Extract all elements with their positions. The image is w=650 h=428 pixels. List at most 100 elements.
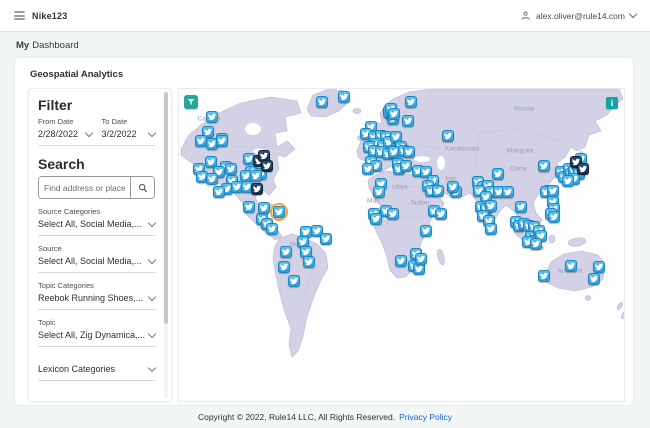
map-marker-twitter[interactable] xyxy=(362,163,374,175)
map-marker-twitter[interactable] xyxy=(548,211,560,223)
privacy-policy-link[interactable]: Privacy Policy xyxy=(399,412,452,422)
sulawesi xyxy=(548,234,556,244)
map-marker-twitter[interactable] xyxy=(373,186,385,198)
topic-categories-label: Topic Categories xyxy=(38,281,94,290)
from-date-select[interactable]: 2/28/2022 xyxy=(38,126,93,143)
twitter-bird-icon xyxy=(290,277,298,285)
twitter-bird-icon xyxy=(260,152,268,160)
twitter-bird-icon xyxy=(392,133,400,141)
twitter-bird-icon xyxy=(245,203,253,211)
map-canvas[interactable]: CanadaRussiaKazakhstanMongoliaChinaIranL… xyxy=(178,88,625,402)
map-marker-twitter[interactable] xyxy=(403,146,415,158)
twitter-bird-icon xyxy=(397,257,405,265)
map-marker-twitter[interactable] xyxy=(447,181,459,193)
tasmania xyxy=(585,295,591,301)
map-marker-twitter[interactable] xyxy=(405,96,417,108)
map-marker-twitter[interactable] xyxy=(395,255,407,267)
twitter-bird-icon xyxy=(242,172,250,180)
twitter-bird-icon xyxy=(218,137,226,145)
twitter-bird-icon xyxy=(390,110,398,118)
chevron-down-icon xyxy=(147,363,157,372)
map-marker-twitter[interactable] xyxy=(320,233,332,245)
map-marker-twitter[interactable] xyxy=(206,173,218,185)
map-marker-twitter[interactable] xyxy=(530,238,542,250)
map-marker-twitter[interactable] xyxy=(288,275,300,287)
map-marker-twitter[interactable] xyxy=(577,163,589,175)
lexicon-categories-select[interactable]: Lexicon Categories xyxy=(38,361,157,378)
source-select[interactable]: Select All, Social Media,... xyxy=(38,253,157,270)
topic-categories-select[interactable]: Reebok Running Shoes,... xyxy=(38,290,157,307)
twitter-bird-icon xyxy=(197,137,205,145)
map-marker-twitter[interactable] xyxy=(435,208,447,220)
twitter-bird-icon xyxy=(375,188,383,196)
map-marker-twitter[interactable] xyxy=(400,160,412,172)
map-marker-twitter[interactable] xyxy=(273,206,285,218)
map-marker-twitter[interactable] xyxy=(278,261,290,273)
user-menu[interactable]: alex.oliver@rule14.com xyxy=(520,9,638,21)
twitter-bird-icon xyxy=(299,238,307,246)
map-marker-twitter[interactable] xyxy=(387,208,399,220)
map-marker-twitter[interactable] xyxy=(432,185,444,197)
map-marker-twitter[interactable] xyxy=(303,256,315,268)
hudson-bay xyxy=(245,123,261,135)
map-marker-twitter[interactable] xyxy=(266,223,278,235)
map-marker-twitter[interactable] xyxy=(588,273,600,285)
source-categories-select[interactable]: Select All, Social Media,... xyxy=(38,216,157,233)
caspian-sea xyxy=(437,156,445,170)
panel-scrollbar-thumb[interactable] xyxy=(164,92,168,324)
map-country-label: Mali xyxy=(367,197,379,205)
map-marker-twitter[interactable] xyxy=(442,130,454,142)
map-marker-twitter[interactable] xyxy=(316,96,328,108)
search-button[interactable] xyxy=(130,177,154,198)
map-marker-twitter[interactable] xyxy=(258,202,270,214)
map-marker-twitter[interactable] xyxy=(280,246,292,258)
search-icon xyxy=(138,183,147,192)
map-marker-twitter[interactable] xyxy=(420,225,432,237)
map-marker-twitter[interactable] xyxy=(216,135,228,147)
map-marker-twitter[interactable] xyxy=(485,223,497,235)
map-marker-twitter[interactable] xyxy=(565,260,577,272)
brand-name: Nike123 xyxy=(32,10,68,21)
map-marker-twitter[interactable] xyxy=(562,175,574,187)
map-marker-twitter[interactable] xyxy=(206,111,218,123)
to-date-select[interactable]: 3/2/2022 xyxy=(102,126,157,143)
map-marker-twitter[interactable] xyxy=(243,201,255,213)
twitter-bird-icon xyxy=(263,162,271,170)
map-filter-button[interactable] xyxy=(184,95,198,109)
map-info-button[interactable]: i xyxy=(606,97,618,109)
divider xyxy=(38,145,155,146)
chevron-down-icon xyxy=(628,9,638,19)
iceland xyxy=(352,108,362,114)
chevron-down-icon xyxy=(147,255,157,264)
map-marker-twitter[interactable] xyxy=(251,183,263,195)
page-title: Geospatial Analytics xyxy=(30,69,124,80)
map-marker-twitter[interactable] xyxy=(370,213,382,225)
footer: Copyright © 2022, Rule14 LLC, All Rights… xyxy=(0,405,650,428)
app-header: Nike123 alex.oliver@rule14.com xyxy=(0,0,650,32)
map-marker-twitter[interactable] xyxy=(593,261,605,273)
map-marker-twitter[interactable] xyxy=(538,270,550,282)
map-marker-twitter[interactable] xyxy=(338,91,350,103)
twitter-bird-icon xyxy=(540,162,548,170)
funnel-icon xyxy=(187,99,195,105)
search-input[interactable] xyxy=(39,177,130,198)
map-marker-twitter[interactable] xyxy=(250,170,262,182)
map-marker-twitter[interactable] xyxy=(388,108,400,120)
map-marker-twitter[interactable] xyxy=(538,160,550,172)
map-marker-twitter[interactable] xyxy=(502,186,514,198)
chevron-down-icon xyxy=(147,329,157,338)
twitter-bird-icon xyxy=(540,272,548,280)
twitter-bird-icon xyxy=(207,158,215,166)
map-marker-twitter[interactable] xyxy=(492,168,504,180)
map-marker-twitter[interactable] xyxy=(225,163,237,175)
map-marker-twitter[interactable] xyxy=(213,186,225,198)
twitter-bird-icon xyxy=(434,187,442,195)
map-marker-twitter[interactable] xyxy=(415,253,427,265)
map-marker-twitter[interactable] xyxy=(515,201,527,213)
map-marker-twitter[interactable] xyxy=(402,115,414,127)
map-country-label: Mongolia xyxy=(506,147,534,155)
map-marker-twitter[interactable] xyxy=(261,160,273,172)
topic-select[interactable]: Select All, Zig Dynamica,... xyxy=(38,327,157,344)
breadcrumb-my: My xyxy=(16,39,30,51)
hamburger-menu-icon[interactable] xyxy=(14,11,25,20)
